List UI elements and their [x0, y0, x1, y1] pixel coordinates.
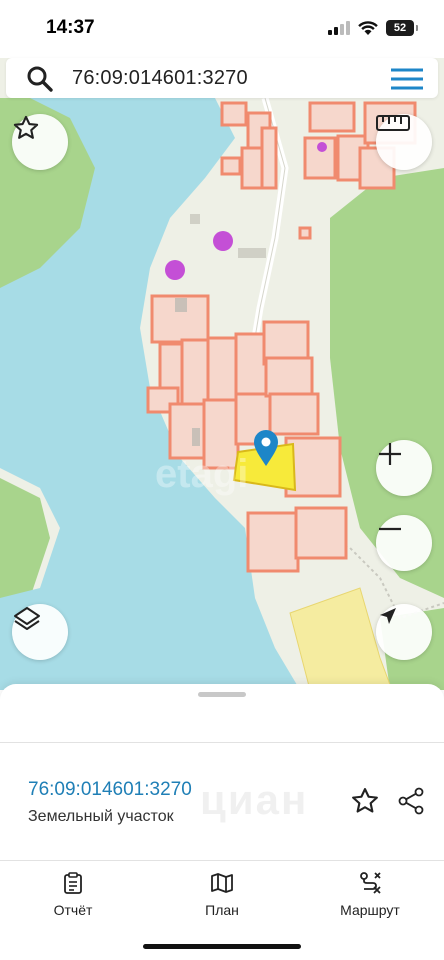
tab-report[interactable]: Отчёт [18, 872, 128, 918]
building-grey [192, 428, 200, 446]
star-outline-icon [13, 115, 39, 139]
zoom-in-button[interactable] [376, 440, 432, 496]
search-icon[interactable] [26, 65, 54, 93]
tab-route[interactable]: Маршрут [315, 872, 425, 918]
search-bar[interactable]: 76:09:014601:3270 [6, 58, 438, 98]
zoom-out-icon [379, 527, 401, 531]
cellular-signal-icon [328, 21, 350, 35]
divider [0, 742, 444, 743]
status-time: 14:37 [46, 17, 95, 38]
map-plan-icon [211, 873, 233, 893]
hamburger-menu-icon[interactable] [390, 68, 424, 90]
zoom-in-icon [379, 443, 401, 465]
tab-plan[interactable]: План [167, 872, 277, 918]
layers-icon [14, 607, 40, 630]
layers-button[interactable] [12, 604, 68, 660]
status-icons: 52 [328, 20, 418, 36]
favorite-button[interactable] [350, 786, 380, 816]
status-bar: 14:37 52 [0, 0, 444, 58]
poi-blob-purple [165, 260, 185, 280]
parcel-info-sheet[interactable]: циан 76:09:014601:3270 Земельный участок [0, 684, 444, 864]
zoom-out-button[interactable] [376, 515, 432, 571]
tab-route-label: Маршрут [340, 902, 400, 918]
parcel-number-link[interactable]: 76:09:014601:3270 [28, 779, 192, 801]
tab-plan-label: План [205, 902, 239, 918]
poi-marker-purple [317, 142, 327, 152]
map-watermark: etagi [155, 452, 249, 496]
sheet-drag-handle[interactable] [198, 692, 246, 697]
tab-report-label: Отчёт [53, 902, 93, 918]
ruler-button[interactable] [376, 114, 432, 170]
building-grey [238, 248, 266, 258]
divider [0, 860, 444, 861]
home-indicator[interactable] [143, 944, 301, 949]
star-outline-icon [352, 788, 378, 813]
favorite-map-button[interactable] [12, 114, 68, 170]
building-grey [175, 298, 187, 312]
wifi-icon [358, 20, 378, 35]
locate-arrow-icon [380, 608, 396, 624]
locate-me-button[interactable] [376, 604, 432, 660]
parcel-type: Земельный участок [28, 808, 174, 825]
report-icon [64, 872, 82, 894]
search-input[interactable]: 76:09:014601:3270 [72, 67, 248, 90]
route-icon [360, 872, 381, 894]
map-view[interactable]: etagi [0, 58, 444, 690]
share-button[interactable] [396, 786, 426, 816]
share-icon [398, 787, 424, 815]
poi-blob-purple [213, 231, 233, 251]
battery-icon: 52 [386, 20, 418, 36]
ruler-icon [376, 115, 410, 131]
building-grey [190, 214, 200, 224]
bottom-tab-bar: Отчёт План Маршрут [0, 864, 444, 960]
sheet-watermark: циан [200, 776, 309, 823]
